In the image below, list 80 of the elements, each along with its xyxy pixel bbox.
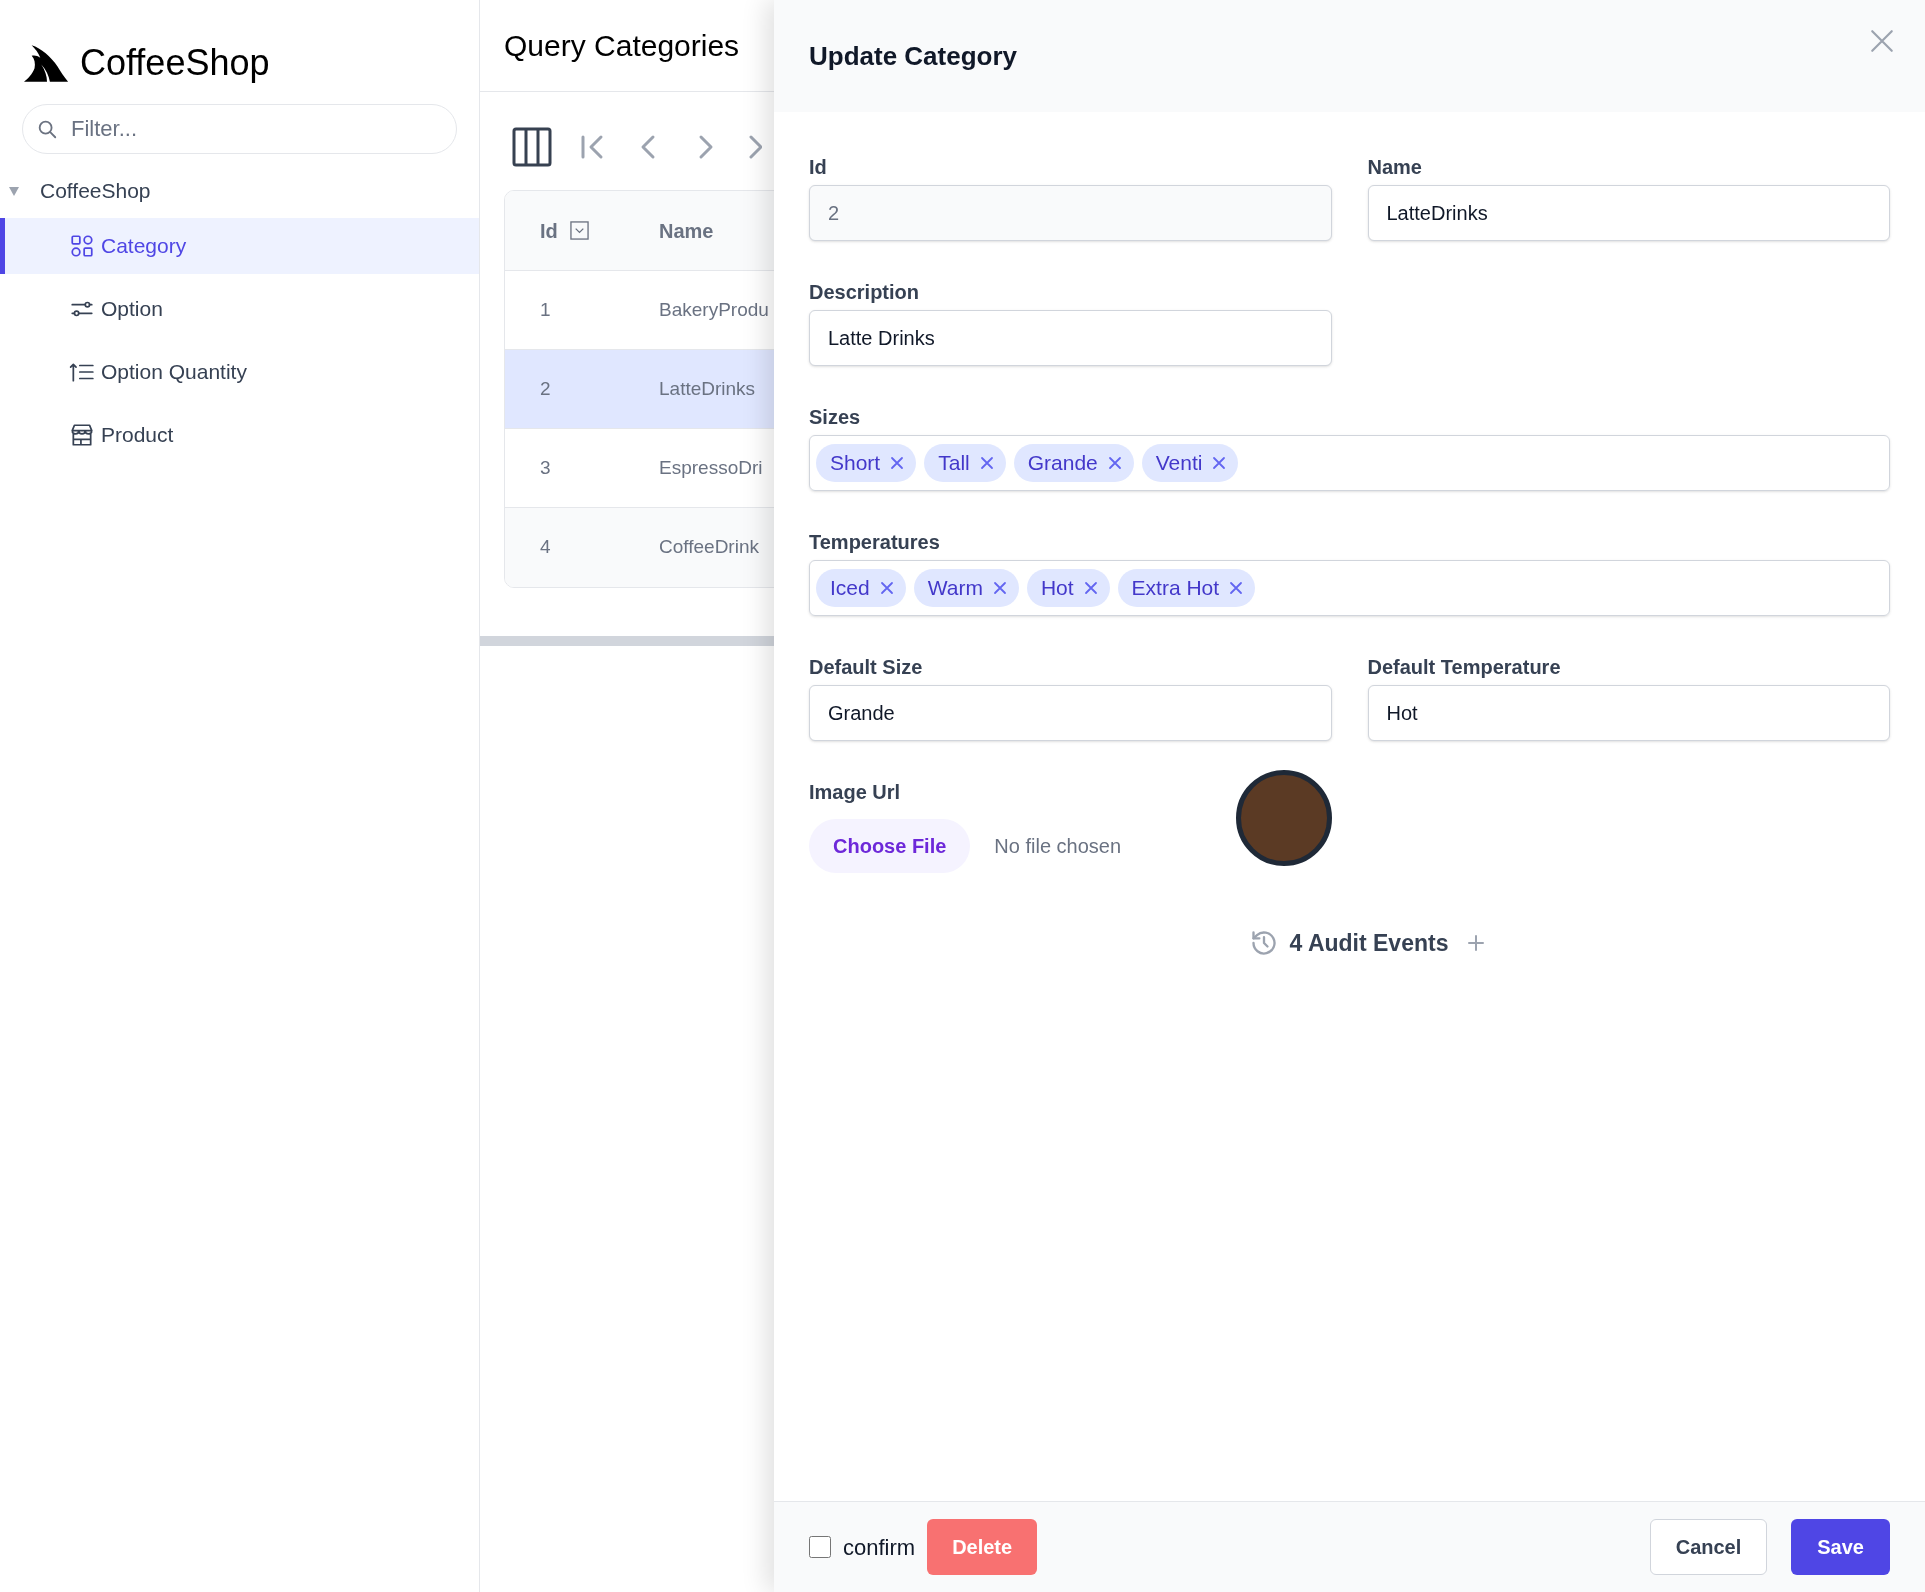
table-cell-text: LatteDrinks bbox=[659, 376, 756, 401]
remove-tag-button[interactable] bbox=[992, 581, 1007, 595]
column-header[interactable]: Id bbox=[540, 215, 558, 246]
confirm-checkbox[interactable] bbox=[809, 1536, 831, 1558]
table-cell-text: EspressoDri bbox=[659, 455, 763, 480]
field-label: Id bbox=[809, 155, 828, 177]
storefront-icon bbox=[69, 422, 95, 448]
plus-icon bbox=[1468, 935, 1485, 952]
tag-input[interactable]: Iced Warm Hot Extra Hot bbox=[809, 560, 1890, 616]
table-cell-text: CoffeeDrink bbox=[659, 535, 759, 560]
columns-icon[interactable] bbox=[512, 127, 552, 167]
remove-tag-button[interactable] bbox=[1107, 456, 1122, 470]
close-button[interactable] bbox=[1869, 28, 1895, 54]
close-icon bbox=[992, 581, 1007, 595]
tag-input[interactable]: Short Tall Grande Venti bbox=[809, 435, 1890, 491]
audit-events-label: 4 Audit Events bbox=[1289, 929, 1449, 958]
close-icon bbox=[890, 456, 905, 470]
tree-group[interactable]: CoffeeShop bbox=[0, 164, 479, 218]
nav-item[interactable]: Category bbox=[0, 218, 479, 274]
tag-label: Warm bbox=[927, 575, 983, 602]
tag-label: Extra Hot bbox=[1131, 575, 1220, 602]
remove-tag-button[interactable] bbox=[1212, 456, 1227, 470]
file-status: No file chosen bbox=[994, 834, 1122, 859]
history-icon bbox=[1249, 929, 1278, 958]
nav-item[interactable]: Option Quantity bbox=[0, 344, 479, 400]
remove-tag-button[interactable] bbox=[890, 456, 905, 470]
tag-label: Grande bbox=[1027, 450, 1098, 477]
table-cell: 3 bbox=[540, 456, 551, 478]
table-cell: 4 bbox=[540, 536, 551, 558]
dropdown-box-icon[interactable] bbox=[569, 221, 589, 240]
close-icon bbox=[1229, 581, 1244, 595]
text-input: 2 bbox=[809, 185, 1332, 241]
text-input[interactable]: Latte Drinks bbox=[809, 310, 1332, 366]
tag-label: Tall bbox=[938, 450, 970, 477]
tag-label: Venti bbox=[1155, 450, 1203, 477]
column-header[interactable]: Name bbox=[659, 215, 714, 246]
field-label: Image Url bbox=[809, 780, 902, 802]
tag-label: Iced bbox=[830, 575, 870, 602]
table-row[interactable]: 4 CoffeeDrink bbox=[505, 508, 774, 587]
remove-tag-button[interactable] bbox=[1083, 581, 1098, 595]
close-icon bbox=[1212, 456, 1227, 470]
filter-field[interactable]: Filter... bbox=[22, 104, 457, 154]
audit-events-button[interactable]: 4 Audit Events bbox=[1249, 926, 1485, 961]
confirm-label: confirm bbox=[843, 1533, 916, 1562]
close-icon bbox=[1869, 28, 1895, 54]
grid-icon bbox=[69, 233, 95, 259]
tag-label: Hot bbox=[1040, 575, 1074, 602]
remove-tag-button[interactable] bbox=[879, 581, 894, 595]
text-input[interactable]: Grande bbox=[809, 685, 1332, 741]
close-icon bbox=[979, 456, 994, 470]
search-icon bbox=[36, 118, 58, 140]
save-button[interactable]: Save bbox=[1791, 1519, 1890, 1575]
tag-label: Short bbox=[830, 450, 881, 477]
close-icon bbox=[1107, 456, 1122, 470]
nav-item[interactable]: Product bbox=[0, 407, 479, 463]
choose-file-button[interactable]: Choose File bbox=[809, 819, 971, 873]
field-label: Default Size bbox=[809, 655, 924, 677]
shark-fin-logo-icon bbox=[24, 44, 70, 82]
scrollbar[interactable] bbox=[480, 636, 774, 646]
table-cell: 1 bbox=[540, 298, 551, 320]
field-label: Temperatures bbox=[809, 530, 941, 552]
field-label: Sizes bbox=[809, 405, 862, 427]
remove-tag-button[interactable] bbox=[979, 456, 994, 470]
dialog-title: Update Category bbox=[809, 39, 1018, 73]
remove-tag-button[interactable] bbox=[1229, 581, 1244, 595]
table-cell-text: BakeryProdu bbox=[659, 297, 769, 322]
cancel-button[interactable]: Cancel bbox=[1649, 1519, 1768, 1575]
table-cell: 2 bbox=[540, 377, 551, 399]
page-title: Query Categories bbox=[504, 28, 740, 64]
tree-group-label: CoffeeShop bbox=[40, 178, 151, 205]
text-input[interactable]: LatteDrinks bbox=[1367, 185, 1890, 241]
field-label: Description bbox=[809, 280, 921, 302]
field-label: Default Temperature bbox=[1367, 655, 1562, 677]
close-icon bbox=[879, 581, 894, 595]
app-title: CoffeeShop bbox=[80, 45, 270, 81]
nav-item[interactable]: Option bbox=[0, 281, 479, 337]
text-input[interactable]: Hot bbox=[1367, 685, 1890, 741]
table-row[interactable]: 2 LatteDrinks bbox=[505, 350, 774, 429]
field-label: Name bbox=[1367, 155, 1423, 177]
close-icon bbox=[1083, 581, 1098, 595]
